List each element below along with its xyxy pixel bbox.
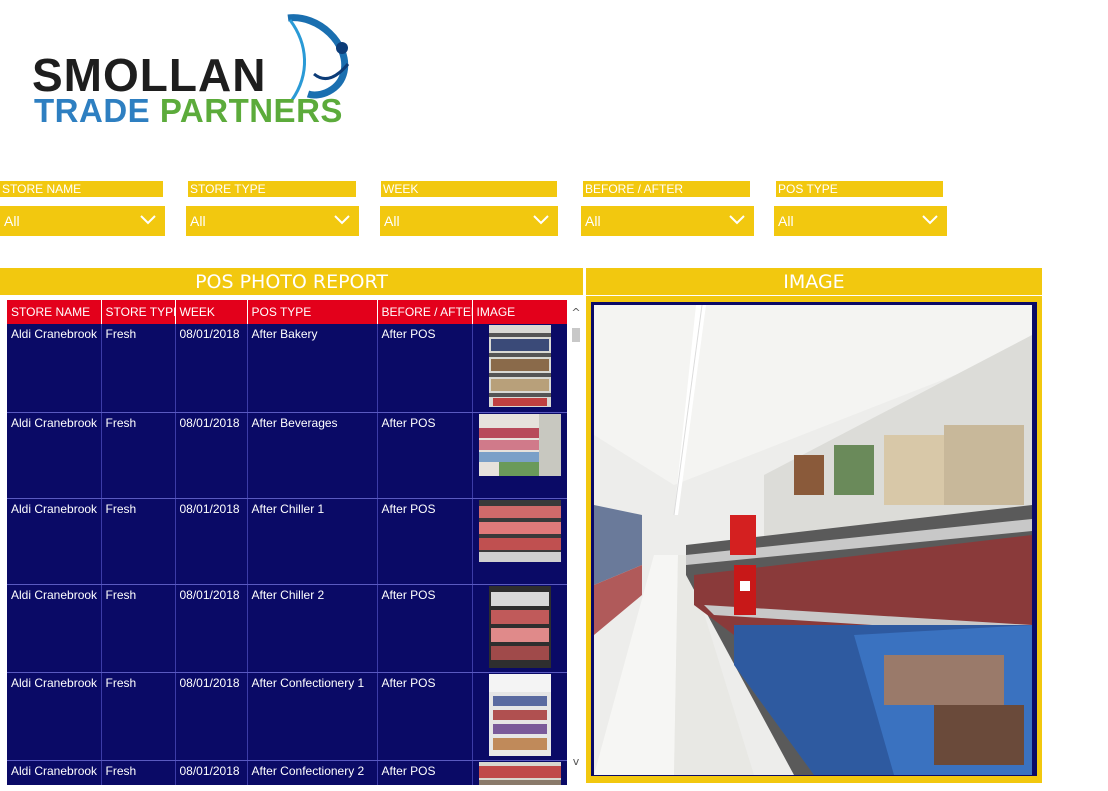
filter-label: POS TYPE xyxy=(776,181,943,197)
cell-image xyxy=(472,412,567,499)
filter-week-dropdown[interactable]: All xyxy=(380,206,558,236)
logo-wordmark-bottom: TRADE PARTNERS xyxy=(34,94,343,127)
selected-store-photo[interactable] xyxy=(594,305,1032,775)
cell-week: 08/01/2018 xyxy=(175,672,248,761)
cell-pos-type: After Chiller 1 xyxy=(247,498,378,585)
chevron-down-icon xyxy=(533,215,549,225)
cell-before-after: After POS xyxy=(377,498,473,585)
filter-value: All xyxy=(190,213,206,229)
cell-store-name: Aldi Cranebrook xyxy=(7,324,102,413)
column-header[interactable]: WEEK xyxy=(175,300,248,324)
filter-pos-type: POS TYPE All xyxy=(774,181,947,236)
filter-label: WEEK xyxy=(381,181,557,197)
cell-before-after: After POS xyxy=(377,324,473,413)
cell-store-type: Fresh xyxy=(101,672,176,761)
store-photo-thumbnail[interactable] xyxy=(488,585,551,668)
cell-image xyxy=(472,498,567,585)
filter-store-name-dropdown[interactable]: All xyxy=(0,206,165,236)
cell-store-name: Aldi Cranebrook xyxy=(7,672,102,761)
filter-before-after: BEFORE / AFTER All xyxy=(581,181,754,236)
chevron-down-icon xyxy=(729,215,745,225)
column-header[interactable]: STORE NAME xyxy=(7,300,102,324)
filter-pos-type-dropdown[interactable]: All xyxy=(774,206,947,236)
chevron-down-icon xyxy=(922,215,938,225)
column-header[interactable]: POS TYPE xyxy=(247,300,378,324)
store-photo-thumbnail[interactable] xyxy=(478,499,561,562)
table-row[interactable]: Aldi Cranebrook Fresh 08/01/2018 After C… xyxy=(7,584,567,673)
table-header-row: STORE NAME STORE TYPE WEEK POS TYPE BEFO… xyxy=(7,300,567,324)
swoosh-icon xyxy=(287,14,350,101)
image-panel-title: IMAGE xyxy=(586,268,1042,295)
cell-week: 08/01/2018 xyxy=(175,412,248,499)
image-panel xyxy=(586,296,1042,783)
scroll-down-arrow[interactable]: v xyxy=(570,755,582,768)
store-photo-thumbnail[interactable] xyxy=(488,325,551,407)
logo-partners-text: PARTNERS xyxy=(159,92,343,129)
filter-value: All xyxy=(585,213,601,229)
filter-store-type-dropdown[interactable]: All xyxy=(186,206,359,236)
chevron-down-icon xyxy=(334,215,350,225)
cell-before-after: After POS xyxy=(377,760,473,785)
smollan-logo: SMOLLAN TRADE PARTNERS xyxy=(30,14,360,127)
cell-store-type: Fresh xyxy=(101,498,176,585)
filter-value: All xyxy=(4,213,20,229)
cell-store-name: Aldi Cranebrook xyxy=(7,412,102,499)
table-row[interactable]: Aldi Cranebrook Fresh 08/01/2018 After C… xyxy=(7,760,567,785)
cell-pos-type: After Bakery xyxy=(247,324,378,413)
cell-store-type: Fresh xyxy=(101,324,176,413)
cell-week: 08/01/2018 xyxy=(175,498,248,585)
cell-pos-type: After Beverages xyxy=(247,412,378,499)
filter-before-after-dropdown[interactable]: All xyxy=(581,206,754,236)
cell-store-name: Aldi Cranebrook xyxy=(7,498,102,585)
cell-week: 08/01/2018 xyxy=(175,324,248,413)
cell-before-after: After POS xyxy=(377,412,473,499)
filter-store-type: STORE TYPE All xyxy=(186,181,359,236)
store-photo-thumbnail[interactable] xyxy=(478,413,561,476)
cell-image xyxy=(472,324,567,413)
filter-value: All xyxy=(778,213,794,229)
filter-label: STORE NAME xyxy=(0,181,163,197)
chevron-down-icon xyxy=(140,215,156,225)
cell-before-after: After POS xyxy=(377,584,473,673)
column-header[interactable]: STORE TYPE xyxy=(101,300,176,324)
table-row[interactable]: Aldi Cranebrook Fresh 08/01/2018 After C… xyxy=(7,672,567,761)
cell-store-name: Aldi Cranebrook xyxy=(7,584,102,673)
report-table-container: STORE NAME STORE TYPE WEEK POS TYPE BEFO… xyxy=(7,300,567,785)
report-title: POS PHOTO REPORT xyxy=(0,268,583,295)
cell-image xyxy=(472,760,567,785)
table-row[interactable]: Aldi Cranebrook Fresh 08/01/2018 After B… xyxy=(7,412,567,499)
scroll-thumb[interactable] xyxy=(572,328,580,342)
cell-image xyxy=(472,584,567,673)
cell-pos-type: After Chiller 2 xyxy=(247,584,378,673)
cell-week: 08/01/2018 xyxy=(175,760,248,785)
cell-image xyxy=(472,672,567,761)
table-row[interactable]: Aldi Cranebrook Fresh 08/01/2018 After C… xyxy=(7,498,567,585)
filter-value: All xyxy=(384,213,400,229)
filter-store-name: STORE NAME All xyxy=(0,181,165,236)
cell-store-type: Fresh xyxy=(101,760,176,785)
filter-label: BEFORE / AFTER xyxy=(583,181,750,197)
cell-store-type: Fresh xyxy=(101,584,176,673)
cell-store-name: Aldi Cranebrook xyxy=(7,760,102,785)
filter-week: WEEK All xyxy=(380,181,558,236)
store-photo-thumbnail[interactable] xyxy=(478,761,561,786)
table-scrollbar[interactable]: ^ v xyxy=(570,306,582,768)
column-header[interactable]: IMAGE xyxy=(472,300,567,324)
store-photo-thumbnail[interactable] xyxy=(488,673,551,756)
table-row[interactable]: Aldi Cranebrook Fresh 08/01/2018 After B… xyxy=(7,324,567,413)
column-header[interactable]: BEFORE / AFTER xyxy=(377,300,473,324)
cell-pos-type: After Confectionery 1 xyxy=(247,672,378,761)
cell-pos-type: After Confectionery 2 xyxy=(247,760,378,785)
report-table: STORE NAME STORE TYPE WEEK POS TYPE BEFO… xyxy=(7,300,567,785)
filter-label: STORE TYPE xyxy=(188,181,356,197)
cell-week: 08/01/2018 xyxy=(175,584,248,673)
cell-store-type: Fresh xyxy=(101,412,176,499)
cell-before-after: After POS xyxy=(377,672,473,761)
logo-trade-text: TRADE xyxy=(34,92,151,129)
scroll-up-arrow[interactable]: ^ xyxy=(570,306,582,319)
